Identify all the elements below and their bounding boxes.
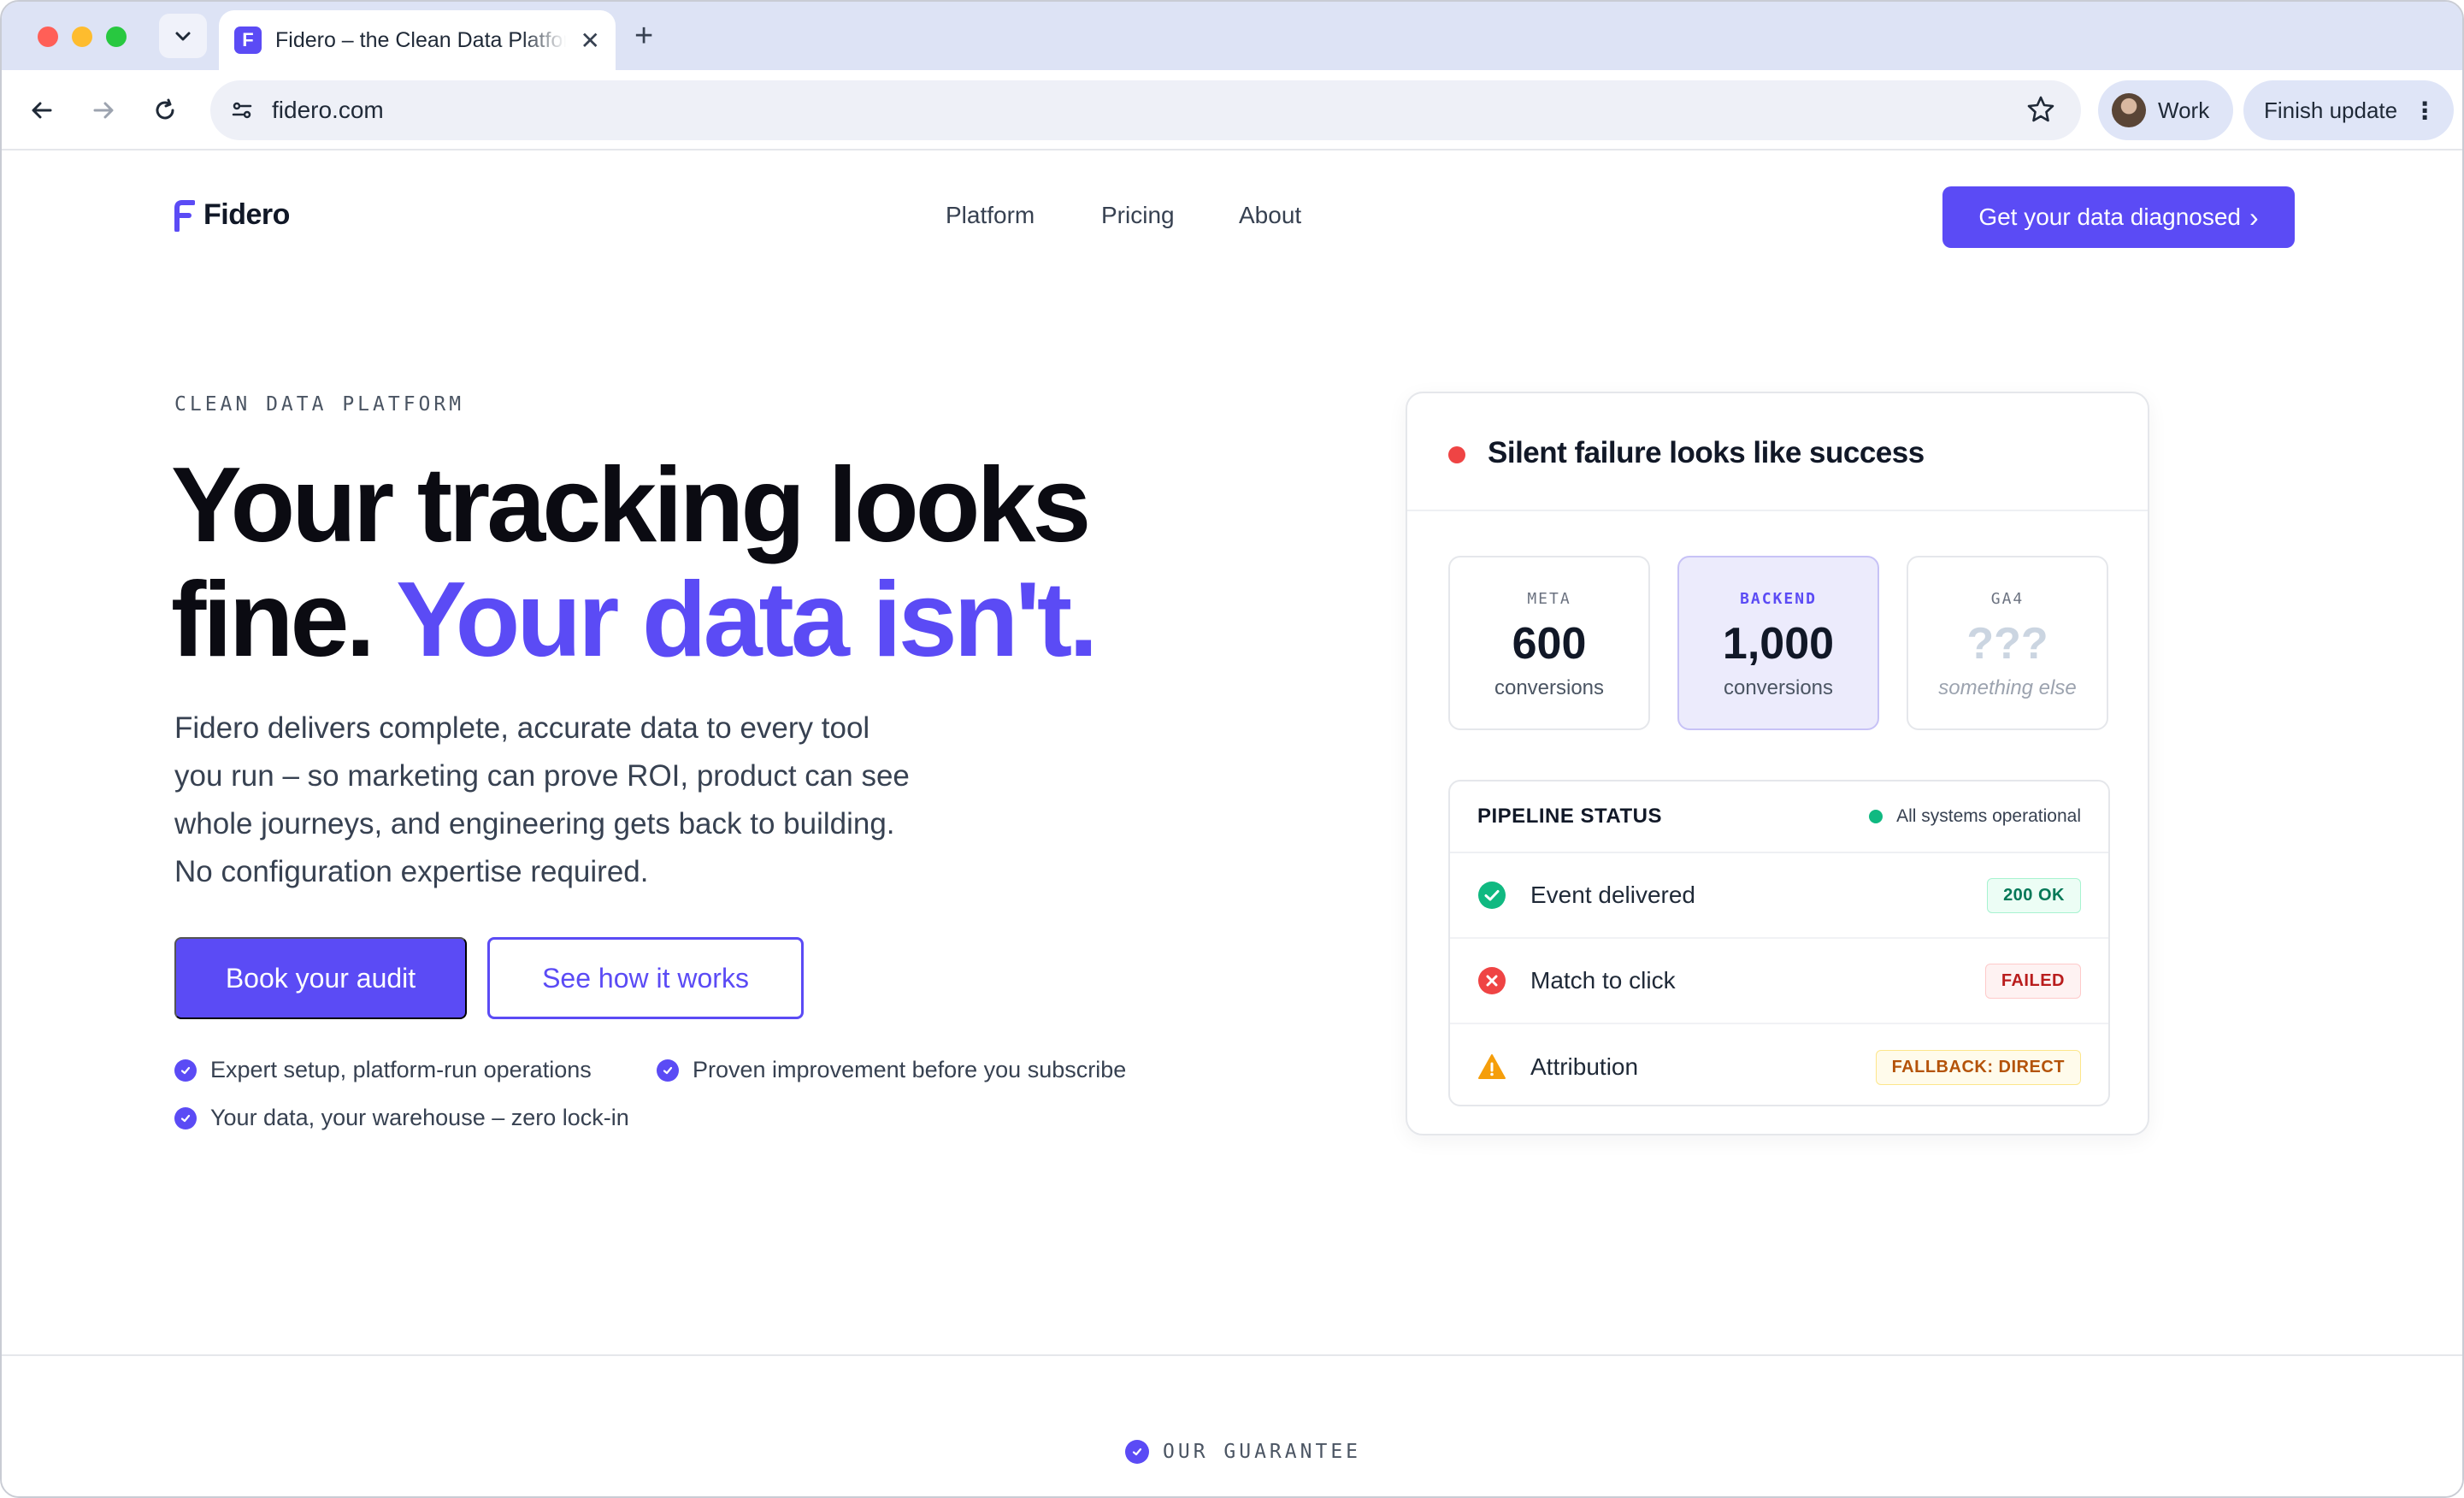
- fidero-favicon-icon: F: [234, 27, 262, 54]
- guarantee-text: OUR GUARANTEE: [1163, 1441, 1362, 1463]
- check-circle-icon: [174, 1106, 197, 1129]
- hero-eyebrow: CLEAN DATA PLATFORM: [174, 393, 465, 416]
- headline-line-2-accent: Your data isn't.: [396, 561, 1099, 679]
- pipeline-status-panel: PIPELINE STATUS All systems operational …: [1448, 780, 2110, 1106]
- profile-button[interactable]: Work: [2098, 80, 2233, 140]
- stat-label: GA4: [1990, 590, 2025, 608]
- close-icon[interactable]: ✕: [581, 27, 600, 55]
- card-header: Silent failure looks like success: [1407, 393, 2148, 511]
- pipeline-row-label: Attribution: [1530, 1053, 1639, 1080]
- benefit-text: Your data, your warehouse – zero lock-in: [210, 1105, 629, 1130]
- section-divider: [2, 1354, 2462, 1356]
- nav-link-pricing[interactable]: Pricing: [1101, 202, 1175, 229]
- stat-ga4: GA4 ??? something else: [1907, 556, 2108, 730]
- pipeline-row-label: Match to click: [1530, 967, 1676, 994]
- chevron-down-icon: [175, 32, 191, 41]
- arrow-left-icon: [32, 102, 52, 119]
- new-tab-button[interactable]: +: [634, 17, 653, 55]
- hero-description: Fidero delivers complete, accurate data …: [174, 711, 910, 888]
- brand-name: Fidero: [203, 198, 290, 231]
- finish-update-button[interactable]: Finish update ⋮: [2243, 80, 2454, 140]
- get-diagnosed-label: Get your data diagnosed: [1978, 203, 2241, 230]
- benefit-text: Expert setup, platform-run operations: [210, 1057, 592, 1082]
- avatar: [2112, 93, 2146, 127]
- hero-headline: Your tracking looks fine. Your data isn'…: [171, 446, 1099, 679]
- alert-dot-icon: [1448, 446, 1465, 463]
- card-title: Silent failure looks like success: [1488, 436, 1925, 469]
- chevron-right-icon: ›: [2249, 201, 2259, 233]
- arrow-right-icon: [93, 102, 114, 119]
- browser-toolbar: fidero.com Work Finish update ⋮: [2, 70, 2462, 150]
- pipeline-row: Match to click FAILED: [1450, 939, 2108, 1024]
- reload-button[interactable]: [144, 89, 186, 132]
- get-diagnosed-button[interactable]: Get your data diagnosed ›: [1942, 186, 2295, 248]
- guarantee-section-label: OUR GUARANTEE: [1125, 1440, 1361, 1464]
- check-circle-icon: [174, 1059, 197, 1082]
- browser-window: F Fidero – the Clean Data Platform ✕ + f…: [0, 0, 2464, 1498]
- reload-icon: [156, 98, 174, 120]
- pipeline-row: Attribution FALLBACK: DIRECT: [1450, 1024, 2108, 1105]
- book-audit-button[interactable]: Book your audit: [174, 937, 467, 1019]
- status-badge: FAILED: [1984, 963, 2081, 999]
- stat-value: 600: [1512, 619, 1587, 669]
- site-logo[interactable]: Fidero: [173, 198, 290, 232]
- bookmark-star-icon[interactable]: [2025, 93, 2057, 130]
- minimize-window-button[interactable]: [72, 27, 92, 47]
- tab-search-button[interactable]: [159, 14, 207, 58]
- stat-backend: BACKEND 1,000 conversions: [1677, 556, 1879, 730]
- tab-title: Fidero – the Clean Data Platform: [275, 27, 566, 52]
- stat-value: ???: [1966, 619, 2048, 669]
- system-status: All systems operational: [1869, 806, 2081, 827]
- url-text: fidero.com: [272, 97, 384, 123]
- error-x-icon: [1477, 966, 1506, 995]
- zoom-window-button[interactable]: [106, 27, 127, 47]
- back-button[interactable]: [21, 89, 63, 132]
- stat-caption: something else: [1938, 676, 2077, 699]
- stat-meta: META 600 conversions: [1448, 556, 1650, 730]
- nav-link-about[interactable]: About: [1239, 202, 1301, 229]
- kebab-menu-icon[interactable]: ⋮: [2413, 97, 2437, 125]
- silent-failure-card: Silent failure looks like success META 6…: [1406, 392, 2149, 1135]
- benefit-item: Expert setup, platform-run operations: [174, 1057, 592, 1083]
- nav-link-platform[interactable]: Platform: [946, 202, 1035, 229]
- status-dot-icon: [1869, 810, 1883, 823]
- forward-button[interactable]: [82, 89, 125, 132]
- benefit-item: Proven improvement before you subscribe: [657, 1057, 1126, 1083]
- check-circle-icon: [1125, 1440, 1149, 1464]
- web-page: Fidero Platform Pricing About Get your d…: [2, 152, 2462, 1496]
- address-bar[interactable]: fidero.com: [210, 80, 2081, 140]
- check-circle-icon: [657, 1059, 679, 1082]
- status-badge: 200 OK: [1987, 877, 2081, 913]
- benefit-text: Proven improvement before you subscribe: [693, 1057, 1127, 1082]
- headline-line-2-plain: fine.: [171, 561, 375, 679]
- stat-caption: conversions: [1723, 676, 1834, 699]
- update-label: Finish update: [2264, 97, 2398, 123]
- warning-triangle-icon: [1477, 1053, 1506, 1082]
- fidero-logo-icon: [174, 199, 195, 232]
- site-settings-icon[interactable]: [227, 96, 256, 125]
- stat-label: META: [1527, 590, 1571, 608]
- pipeline-row: Event delivered 200 OK: [1450, 853, 2108, 939]
- profile-label: Work: [2158, 97, 2210, 123]
- tab-active[interactable]: F Fidero – the Clean Data Platform ✕: [219, 10, 616, 70]
- pipeline-header: PIPELINE STATUS All systems operational: [1450, 781, 2108, 853]
- benefit-item: Your data, your warehouse – zero lock-in: [174, 1105, 629, 1131]
- see-how-it-works-button[interactable]: See how it works: [487, 937, 804, 1019]
- stat-caption: conversions: [1494, 676, 1605, 699]
- system-status-text: All systems operational: [1896, 806, 2081, 826]
- headline-line-1: Your tracking looks: [171, 446, 1091, 564]
- stat-label: BACKEND: [1740, 590, 1817, 608]
- pipeline-row-label: Event delivered: [1530, 882, 1696, 908]
- close-window-button[interactable]: [38, 27, 58, 47]
- status-badge: FALLBACK: DIRECT: [1875, 1049, 2081, 1085]
- success-check-icon: [1477, 881, 1506, 910]
- stat-value: 1,000: [1722, 619, 1835, 669]
- pipeline-title: PIPELINE STATUS: [1477, 805, 1662, 828]
- tab-strip: F Fidero – the Clean Data Platform ✕ +: [2, 2, 2462, 70]
